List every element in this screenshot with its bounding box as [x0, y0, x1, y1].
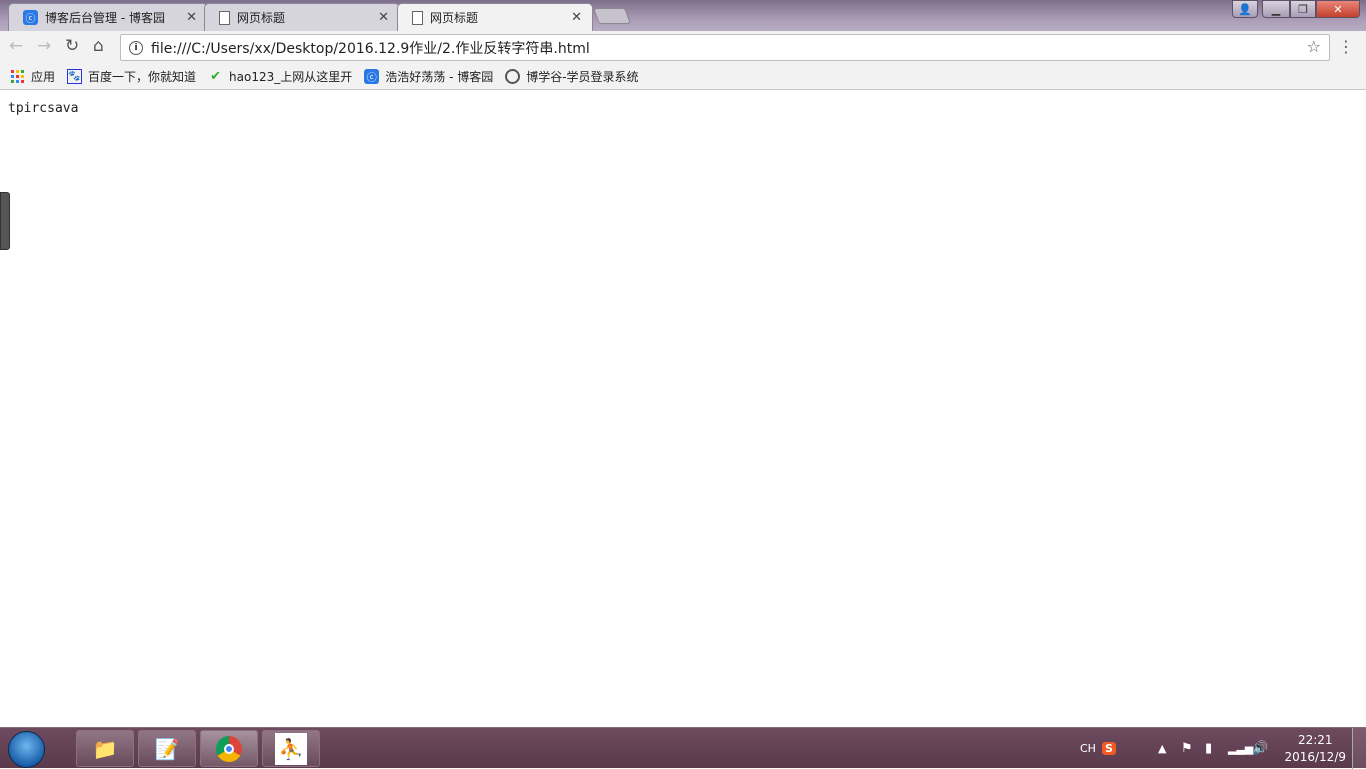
power-icon[interactable]: ▮ [1205, 728, 1212, 769]
home-button[interactable]: ⌂ [93, 36, 104, 56]
reversed-string-output: tpircsava [8, 101, 79, 116]
boxuegu-icon [505, 68, 521, 84]
tab-title: 博客后台管理 - 博客园 [45, 11, 165, 25]
bookmark-label: 应用 [31, 69, 56, 84]
clock-date: 2016/12/9 [1284, 750, 1346, 764]
clock[interactable]: 22:21 2016/12/9 [1284, 732, 1346, 766]
show-hidden-icons[interactable]: ▲ [1158, 728, 1166, 769]
action-center-icon[interactable]: ⚑ [1181, 728, 1193, 769]
tab-title: 网页标题 [430, 11, 479, 25]
back-button[interactable]: ← [9, 36, 23, 56]
tab-blog-admin[interactable]: ⓒ 博客后台管理 - 博客园 ✕ [8, 3, 208, 31]
baidu-icon: 🐾 [67, 68, 83, 84]
page-content: tpircsava [0, 91, 1366, 727]
menu-button[interactable]: ⋮ [1338, 37, 1354, 56]
restore-button[interactable]: ❐ [1290, 0, 1316, 18]
bookmark-cnblogs[interactable]: ⓒ 浩浩好荡荡 - 博客园 [364, 68, 493, 85]
page-icon [219, 10, 230, 25]
taskbar: 📁 📝 ⛹ CH S ▲ ⚑ ▮ ▂▃▅ 🔊 22:21 2016/12/9 [0, 727, 1366, 769]
url-text: file:///C:/Users/xx/Desktop/2016.12.9作业/… [151, 40, 590, 57]
minimize-button[interactable]: ▁ [1262, 0, 1290, 18]
side-panel-handle[interactable] [0, 192, 10, 250]
bookmark-label: 百度一下，你就知道 [88, 69, 197, 84]
notepad-icon[interactable]: 📝 [138, 730, 196, 767]
tab-page-title-2[interactable]: 网页标题 ✕ [397, 3, 593, 31]
page-icon [412, 10, 423, 25]
bookmark-boxuegu[interactable]: 博学谷-学员登录系统 [505, 68, 639, 85]
cnblogs-icon: ⓒ [23, 10, 38, 25]
apps-icon [10, 69, 25, 84]
start-button[interactable] [8, 731, 45, 768]
explorer-icon[interactable]: 📁 [76, 730, 134, 767]
bookmark-label: 浩浩好荡荡 - 博客园 [385, 69, 494, 84]
reload-button[interactable]: ↻ [65, 36, 79, 56]
close-icon[interactable]: ✕ [378, 10, 389, 25]
ime-label: CH [1080, 742, 1096, 755]
network-icon[interactable]: ▂▃▅ [1228, 728, 1253, 769]
bookmark-hao123[interactable]: ✔ hao123_上网从这里开 [208, 68, 352, 85]
sogou-icon[interactable]: S [1102, 742, 1116, 755]
tab-page-title-1[interactable]: 网页标题 ✕ [204, 3, 400, 31]
close-icon[interactable]: ✕ [571, 10, 582, 25]
close-icon[interactable]: ✕ [186, 10, 197, 25]
jordan-icon[interactable]: ⛹ [262, 730, 320, 767]
bookmark-label: hao123_上网从这里开 [229, 69, 353, 84]
forward-button[interactable]: → [37, 36, 51, 56]
new-tab-button[interactable] [593, 8, 631, 24]
address-bar[interactable]: i file:///C:/Users/xx/Desktop/2016.12.9作… [120, 34, 1330, 61]
volume-icon[interactable]: 🔊 [1252, 728, 1268, 769]
tab-title: 网页标题 [237, 11, 286, 25]
clock-time: 22:21 [1297, 733, 1333, 747]
ime-indicator[interactable]: CH [1080, 728, 1096, 769]
close-window-button[interactable]: ✕ [1316, 0, 1360, 18]
show-desktop-button[interactable] [1352, 728, 1366, 769]
cnblogs-icon: ⓒ [364, 68, 380, 84]
chrome-icon[interactable] [200, 730, 258, 767]
title-bar: ⓒ 博客后台管理 - 博客园 ✕ 网页标题 ✕ 网页标题 ✕ 👤 ▁ ❐ ✕ [0, 0, 1366, 31]
hao123-icon: ✔ [210, 68, 221, 84]
user-icon[interactable]: 👤 [1232, 0, 1258, 18]
bookmark-baidu[interactable]: 🐾 百度一下，你就知道 [67, 68, 196, 85]
bookmarks-bar: 应用 🐾 百度一下，你就知道 ✔ hao123_上网从这里开 ⓒ 浩浩好荡荡 -… [0, 63, 1366, 90]
bookmark-star-icon[interactable]: ☆ [1307, 37, 1321, 56]
bookmark-apps[interactable]: 应用 [10, 68, 55, 85]
info-icon[interactable]: i [129, 40, 143, 55]
toolbar: ← → ↻ ⌂ i file:///C:/Users/xx/Desktop/20… [0, 31, 1366, 63]
bookmark-label: 博学谷-学员登录系统 [526, 69, 639, 84]
